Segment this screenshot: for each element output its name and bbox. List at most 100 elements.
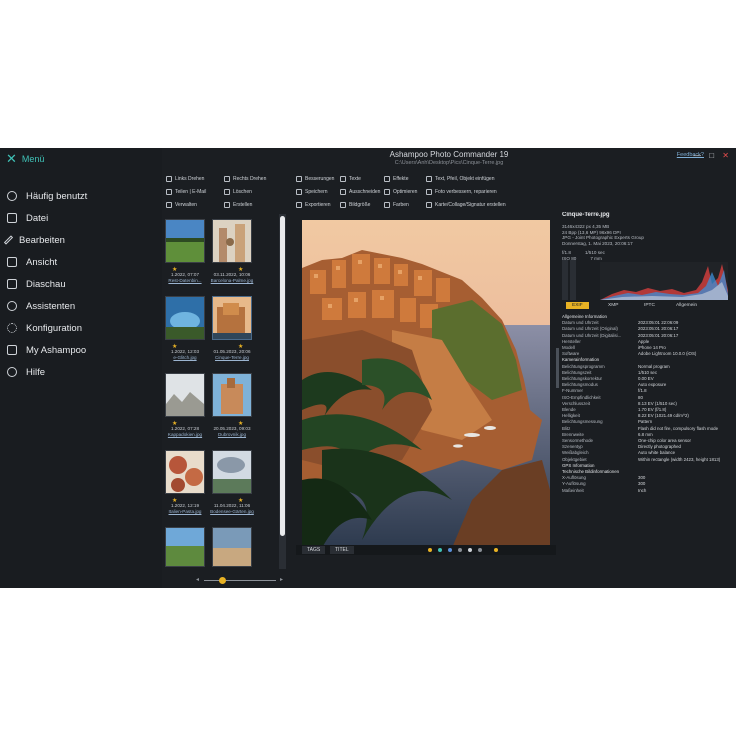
color-label-icon[interactable] <box>438 548 442 552</box>
menu-item-my-ashampoo[interactable]: My Ashampoo <box>0 339 162 361</box>
optimize-icon <box>384 189 390 195</box>
rotate-left-icon <box>166 176 172 182</box>
save-icon <box>296 189 302 195</box>
menu-item-slideshow[interactable]: Diaschau <box>0 273 162 295</box>
histogram-chart <box>562 260 728 300</box>
metadata-row: Maßeinheit Inch <box>562 488 732 494</box>
slideshow-icon <box>7 279 17 289</box>
thumbnail[interactable] <box>212 219 252 263</box>
file-path: C:\Users\Anh\Desktop\Pics\Cinque-Terre.j… <box>394 160 504 166</box>
text-button[interactable]: Texte <box>340 176 361 182</box>
tags-button[interactable]: TAGS <box>302 546 326 554</box>
zoom-knob[interactable] <box>219 577 226 584</box>
thumbnail-caption: 11.04.2022, 11:06 Bodensee-Gärten.jpg <box>210 503 254 514</box>
zoom-out-icon[interactable]: ◂ <box>196 576 199 583</box>
menu-item-file[interactable]: Datei <box>0 207 162 229</box>
thumbnail-caption: 03.11.2022, 10:06 Barcelona-Palme.jpg <box>210 272 254 283</box>
thumbnail-caption: 1.2022, 12:03 e-Glitch.jpg <box>170 349 200 360</box>
toolbar: Links Drehen Rechts Drehen Teilen | E-Ma… <box>162 174 506 214</box>
text-insert-button[interactable]: Text, Pfeil, Objekt einfügen <box>426 176 494 182</box>
minimize-icon[interactable]: — <box>693 151 704 160</box>
text-insert-icon <box>426 176 432 182</box>
manage-button[interactable]: Verwalten <box>166 202 197 208</box>
tab-xmp[interactable]: XMP <box>602 302 624 309</box>
info-filename: Cinque-Terre.jpg <box>562 212 610 218</box>
title-button[interactable]: TITEL <box>330 546 354 554</box>
menu-item-frequently-used[interactable]: Häufig benutzt <box>0 185 162 207</box>
thumbnail-selected[interactable] <box>212 296 252 340</box>
folder-icon <box>166 202 172 208</box>
pencil-icon <box>3 235 14 245</box>
wizard-icon <box>7 301 17 311</box>
histogram <box>562 260 732 300</box>
metadata-value: Inch <box>638 487 647 493</box>
photo-preview[interactable] <box>302 220 550 548</box>
preview-bottom-bar: TAGS TITEL <box>296 545 556 555</box>
thumbnail-caption: 1.2022, 12:19 Italien-Pasta.jpg <box>168 503 202 514</box>
thumbnail[interactable] <box>212 527 252 567</box>
thumbnail[interactable] <box>165 219 205 263</box>
info-icon[interactable] <box>458 548 462 552</box>
card-icon <box>426 202 432 208</box>
rotate-left-button[interactable]: Links Drehen <box>166 176 204 182</box>
resize-icon <box>340 202 346 208</box>
crop-icon <box>340 189 346 195</box>
export-icon <box>296 202 302 208</box>
menu-item-configuration[interactable]: Konfiguration <box>0 317 162 339</box>
optimize-button[interactable]: Optimieren <box>384 189 417 195</box>
share-email-button[interactable]: Teilen | E-Mail <box>166 189 206 195</box>
crop-button[interactable]: Ausschneiden <box>340 189 380 195</box>
save-button[interactable]: Speichern <box>296 189 328 195</box>
menu-item-edit[interactable]: Bearbeiten <box>0 229 162 251</box>
improve-button[interactable]: Besserungen <box>296 176 334 182</box>
info-panel-splitter[interactable] <box>556 348 559 388</box>
zoom-slider[interactable]: ◂ ▸ <box>196 576 286 584</box>
menu-item-assistants[interactable]: Assistenten <box>0 295 162 317</box>
delete-button[interactable]: Löschen <box>224 189 252 195</box>
create-button[interactable]: Erstellen <box>224 202 252 208</box>
tab-exif[interactable]: EXIF <box>566 302 589 309</box>
thumbnail[interactable] <box>165 450 205 494</box>
menu-item-view[interactable]: Ansicht <box>0 251 162 273</box>
maximize-icon[interactable]: □ <box>709 151 717 160</box>
tab-general[interactable]: Allgemein <box>670 302 703 309</box>
thumbnail[interactable] <box>165 296 205 340</box>
colors-button[interactable]: Farben <box>384 202 409 208</box>
postcard-button[interactable]: Karte/Collage/Signatur erstellen <box>426 202 506 208</box>
thumbnail-image <box>166 451 204 493</box>
scrollbar-thumb[interactable] <box>280 216 285 536</box>
zoom-in-icon[interactable]: ▸ <box>280 576 283 583</box>
thumbnail[interactable] <box>212 373 252 417</box>
menu-item-help[interactable]: Hilfe <box>0 361 162 383</box>
thumbnail-image <box>166 297 204 339</box>
rotate-right-button[interactable]: Rechts Drehen <box>224 176 266 182</box>
thumbnail-image <box>213 220 251 262</box>
flag-icon[interactable] <box>468 548 472 552</box>
thumbnail-image <box>213 451 251 493</box>
rating-star-icon[interactable] <box>428 548 432 552</box>
thumbnail[interactable] <box>165 373 205 417</box>
tab-iptc[interactable]: IPTC <box>638 302 661 309</box>
photo-fix-button[interactable]: Foto verbessern, reparieren <box>426 189 497 195</box>
file-icon <box>7 213 17 223</box>
rating-star-icon[interactable] <box>494 548 498 552</box>
menu-header[interactable]: ✕ Menü <box>0 148 162 170</box>
effects-button[interactable]: Effekte <box>384 176 408 182</box>
thumbnail-caption: 1.2022, 07:07 Rest-Datenbin... <box>168 272 202 283</box>
account-icon <box>7 345 17 355</box>
export-button[interactable]: Exportieren <box>296 202 331 208</box>
close-menu-icon[interactable]: ✕ <box>6 151 17 167</box>
settings-icon[interactable] <box>478 548 482 552</box>
thumbnail[interactable] <box>165 527 205 567</box>
resize-button[interactable]: Bildgröße <box>340 202 370 208</box>
repair-icon <box>426 189 432 195</box>
clock-icon <box>7 191 17 201</box>
improve-icon <box>296 176 302 182</box>
info-panel: Cinque-Terre.jpg 3146x4322 px 4,35 MB 24… <box>562 212 732 584</box>
thumbnail[interactable] <box>212 450 252 494</box>
close-icon[interactable]: ✕ <box>722 151 732 160</box>
color-label-icon[interactable] <box>448 548 452 552</box>
thumbnail-scrollbar[interactable] <box>279 214 286 569</box>
view-icon <box>7 257 17 267</box>
thumbnail-caption: 20.05.2023, 09:03 Dubrovnik.jpg <box>213 426 251 437</box>
